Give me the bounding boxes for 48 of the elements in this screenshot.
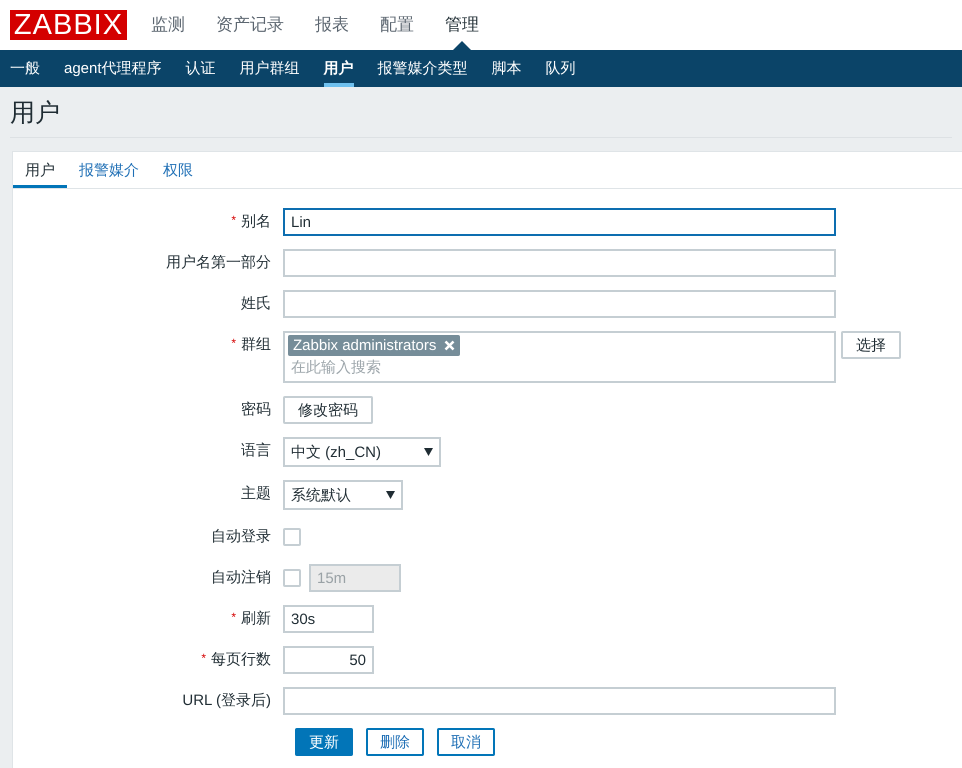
field-label: 主题 (241, 485, 271, 503)
select-button[interactable]: 选择 (841, 331, 901, 359)
page-title: 用户 (10, 98, 60, 128)
field-label: 密码 (241, 401, 271, 419)
field-label: 每页行数 (211, 651, 271, 669)
submenu-item[interactable]: 脚本 (492, 50, 522, 87)
text-field[interactable]: 30s (283, 605, 374, 633)
select-value: 中文 (zh_CN) (291, 442, 382, 462)
menu-item[interactable]: 监测 (151, 12, 185, 38)
tab[interactable]: 权限 (151, 152, 205, 188)
action-button[interactable]: 取消 (437, 728, 495, 756)
submenu-item[interactable]: 用户群组 (240, 50, 300, 87)
required-mark: * (231, 611, 236, 623)
menu-item[interactable]: 配置 (380, 12, 414, 38)
field-label: 刷新 (241, 610, 271, 628)
action-button[interactable]: 删除 (366, 728, 424, 756)
submenu-item[interactable]: 队列 (546, 50, 576, 87)
menu-item[interactable]: 资产记录 (216, 12, 284, 38)
field-label: URL (登录后) (182, 692, 271, 710)
field-label: 语言 (241, 442, 271, 460)
required-mark: * (231, 337, 236, 349)
change-password-button[interactable]: 修改密码 (283, 396, 373, 424)
logo[interactable]: ZABBIX (10, 10, 127, 40)
menu-item[interactable]: 报表 (315, 12, 349, 38)
required-mark: * (201, 652, 206, 664)
submenu-item[interactable]: agent代理程序 (64, 50, 162, 87)
select-dropdown[interactable]: 中文 (zh_CN) (283, 437, 441, 467)
select-value: 系统默认 (291, 486, 351, 504)
field-label: 自动注销 (211, 569, 271, 587)
submenu-item[interactable]: 认证 (186, 50, 216, 87)
tag-text: Zabbix administrators (293, 337, 436, 354)
field-label: 姓氏 (241, 295, 271, 313)
submenu-item[interactable]: 报警媒介类型 (378, 50, 468, 87)
field-label: 群组 (241, 336, 271, 354)
menu-item[interactable]: 管理 (445, 12, 479, 38)
action-button[interactable]: 更新 (295, 728, 353, 756)
search-placeholder: 在此输入搜索 (290, 358, 381, 377)
tab[interactable]: 报警媒介 (67, 152, 151, 188)
tab[interactable]: 用户 (13, 152, 67, 188)
number-field[interactable]: 50 (283, 646, 374, 674)
select-dropdown[interactable]: 系统默认 (283, 480, 403, 510)
required-mark: * (231, 214, 236, 226)
submenu-item[interactable]: 一般 (10, 50, 40, 87)
field-label: 自动登录 (211, 528, 271, 546)
submenu-item[interactable]: 用户 (324, 50, 354, 87)
text-field[interactable]: Lin (283, 208, 836, 236)
field-label: 用户名第一部分 (166, 254, 271, 272)
field-label: 别名 (241, 213, 271, 231)
